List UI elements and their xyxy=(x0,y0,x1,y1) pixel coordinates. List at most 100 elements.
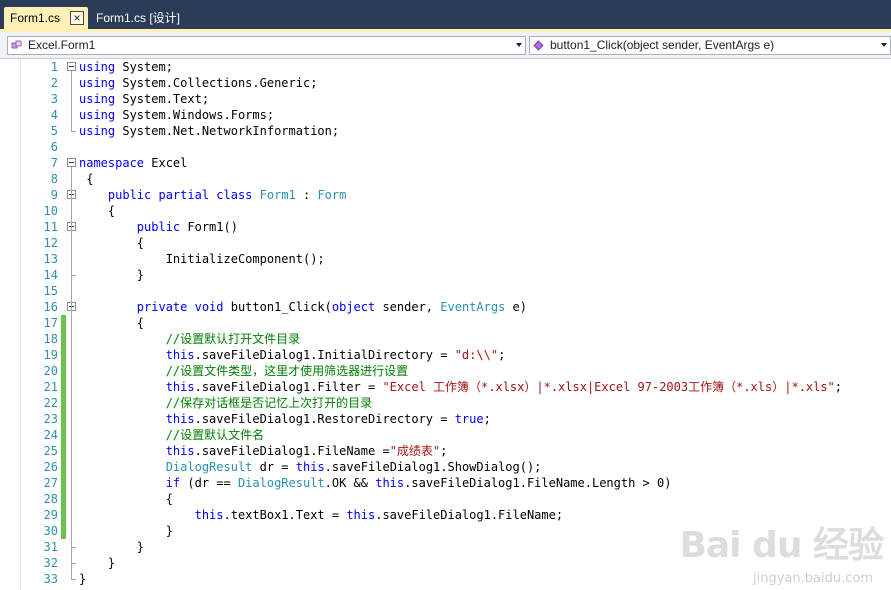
chevron-down-icon[interactable] xyxy=(516,43,522,47)
code-line[interactable]: 20 //设置文件类型，这里才使用筛选器进行设置 xyxy=(0,363,891,379)
code-token: e) xyxy=(505,300,527,314)
code-line[interactable]: 28 { xyxy=(0,491,891,507)
code-line[interactable]: 13 InitializeComponent(); xyxy=(0,251,891,267)
tab-form1-cs[interactable]: Form1.cs × xyxy=(4,7,88,29)
code-text: { xyxy=(79,235,144,251)
class-dropdown-value: Excel.Form1 xyxy=(28,38,96,52)
code-token: .textBox1.Text = xyxy=(223,508,347,522)
code-token: "Excel 工作簿（*.xlsx）|*.xlsx|Excel 97-2003工… xyxy=(382,380,835,394)
code-text: } xyxy=(79,555,115,571)
change-marker xyxy=(61,475,66,491)
line-number: 25 xyxy=(43,444,58,458)
close-icon[interactable]: × xyxy=(70,11,84,25)
change-marker xyxy=(61,523,66,539)
class-icon xyxy=(11,40,22,49)
line-number: 21 xyxy=(43,380,58,394)
code-token: .saveFileDialog1.FileName = xyxy=(194,444,390,458)
change-marker xyxy=(61,347,66,363)
code-line[interactable]: 24 //设置默认文件名 xyxy=(0,427,891,443)
code-line[interactable]: 21 this.saveFileDialog1.Filter = "Excel … xyxy=(0,379,891,395)
code-token: ; xyxy=(483,412,491,426)
code-line[interactable]: 1 using System; xyxy=(0,59,891,75)
method-icon xyxy=(533,40,544,51)
code-line[interactable]: 10 { xyxy=(0,203,891,219)
code-line[interactable]: 5 using System.Net.NetworkInformation; xyxy=(0,123,891,139)
line-number: 19 xyxy=(43,348,58,362)
code-token: using xyxy=(79,108,116,122)
code-token: .OK && xyxy=(324,476,376,490)
line-number: 12 xyxy=(43,236,58,250)
line-number: 9 xyxy=(50,188,58,202)
change-marker xyxy=(61,427,66,443)
code-line[interactable]: 19 this.saveFileDialog1.InitialDirectory… xyxy=(0,347,891,363)
code-token: button1_Click( xyxy=(223,300,332,314)
class-dropdown[interactable]: Excel.Form1 xyxy=(7,36,526,55)
line-number: 2 xyxy=(50,76,58,90)
code-token: private void xyxy=(136,300,224,314)
code-text: //保存对话框是否记忆上次打开的目录 xyxy=(79,395,372,411)
code-line[interactable]: 18 //设置默认打开文件目录 xyxy=(0,331,891,347)
code-line[interactable]: 12 { xyxy=(0,235,891,251)
member-dropdown[interactable]: button1_Click(object sender, EventArgs e… xyxy=(529,36,891,55)
code-line[interactable]: 4 using System.Windows.Forms; xyxy=(0,107,891,123)
code-token: ; xyxy=(440,444,448,458)
code-token: Excel xyxy=(144,156,188,170)
code-line[interactable]: 17 { xyxy=(0,315,891,331)
code-line[interactable]: 25 this.saveFileDialog1.FileName ="成绩表"; xyxy=(0,443,891,459)
line-number: 29 xyxy=(43,508,58,522)
code-line[interactable]: 23 this.saveFileDialog1.RestoreDirectory… xyxy=(0,411,891,427)
code-text: } xyxy=(79,267,144,283)
code-text: if (dr == DialogResult.OK && this.saveFi… xyxy=(79,475,672,491)
collapse-icon[interactable] xyxy=(67,158,76,167)
code-line[interactable]: 9 public partial class Form1 : Form xyxy=(0,187,891,203)
code-token: DialogResult xyxy=(165,460,253,474)
code-line[interactable]: 3 using System.Text; xyxy=(0,91,891,107)
code-token: } xyxy=(79,524,173,538)
code-text: { xyxy=(79,203,115,219)
code-line[interactable]: 11 public Form1() xyxy=(0,219,891,235)
code-line[interactable]: 22 //保存对话框是否记忆上次打开的目录 xyxy=(0,395,891,411)
outline-guide xyxy=(71,311,72,547)
line-number: 5 xyxy=(50,124,58,138)
code-token: "成绩表" xyxy=(389,444,441,458)
code-line[interactable]: 2 using System.Collections.Generic; xyxy=(0,75,891,91)
code-token: : xyxy=(295,188,318,202)
code-token: this xyxy=(165,348,195,362)
code-line[interactable]: 6 xyxy=(0,139,891,155)
code-token: } xyxy=(79,572,87,586)
code-token: //设置默认打开文件目录 xyxy=(165,332,301,346)
code-token: this xyxy=(165,412,195,426)
chevron-down-icon[interactable] xyxy=(881,43,887,47)
code-token: this xyxy=(375,476,405,490)
code-line[interactable]: 15 xyxy=(0,283,891,299)
code-text: this.saveFileDialog1.FileName ="成绩表"; xyxy=(79,443,448,459)
code-editor[interactable]: 1 using System; 2 using System.Collections.… xyxy=(0,59,891,590)
code-line[interactable]: 26 DialogResult dr = this.saveFileDialog… xyxy=(0,459,891,475)
code-token: using xyxy=(79,124,116,138)
code-line[interactable]: 8 { xyxy=(0,171,891,187)
code-token: //设置默认文件名 xyxy=(165,428,265,442)
code-text: namespace Excel xyxy=(79,155,187,171)
change-marker xyxy=(61,459,66,475)
tab-form1-designer[interactable]: Form1.cs [设计] xyxy=(90,7,190,29)
code-line[interactable]: 16 private void button1_Click(object sen… xyxy=(0,299,891,315)
collapse-icon[interactable] xyxy=(67,62,76,71)
line-number: 24 xyxy=(43,428,58,442)
code-line[interactable]: 27 if (dr == DialogResult.OK && this.sav… xyxy=(0,475,891,491)
code-token: .saveFileDialog1.FileName.Length > 0) xyxy=(404,476,672,490)
code-text: { xyxy=(79,491,173,507)
line-number: 28 xyxy=(43,492,58,506)
line-number: 32 xyxy=(43,556,58,570)
code-token: Form1 xyxy=(259,188,296,202)
change-marker xyxy=(61,507,66,523)
code-token: System.Net.NetworkInformation; xyxy=(115,124,340,138)
code-line[interactable]: 7 namespace Excel xyxy=(0,155,891,171)
code-token: this xyxy=(165,444,195,458)
code-line[interactable]: 14 } xyxy=(0,267,891,283)
